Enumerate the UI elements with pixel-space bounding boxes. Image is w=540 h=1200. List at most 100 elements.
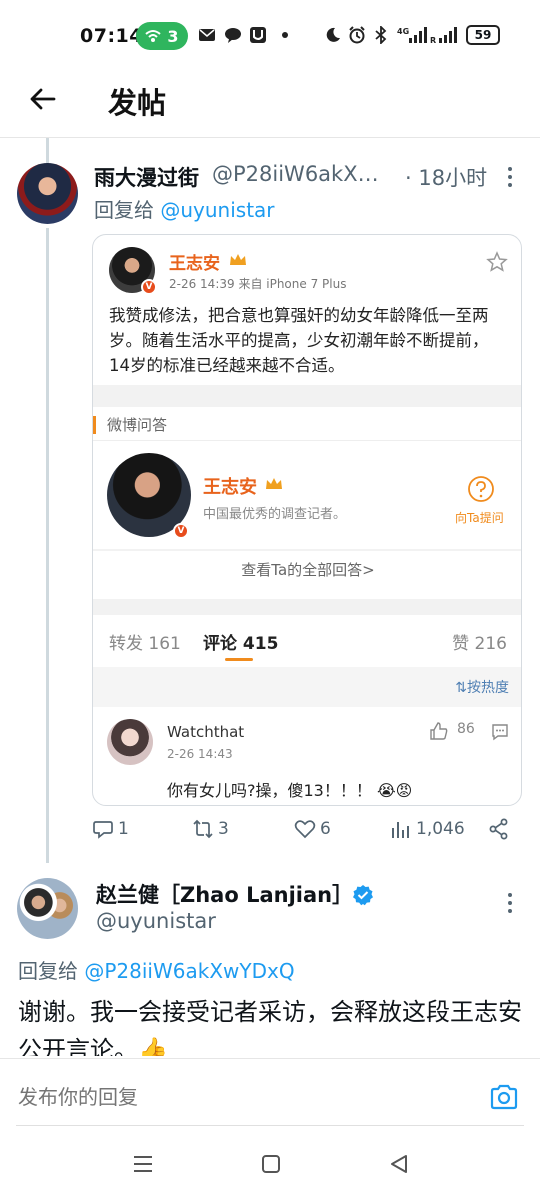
divider-thin bbox=[93, 549, 521, 551]
post2-handle[interactable]: @uyunistar bbox=[96, 909, 216, 933]
qa-section-title: 微博问答 bbox=[107, 416, 168, 434]
comment-time: 2-26 14:43 bbox=[167, 747, 233, 761]
weibo-post-meta: 2-26 14:39 来自 iPhone 7 Plus bbox=[169, 277, 347, 291]
thumbs-up-icon bbox=[430, 722, 448, 740]
repost-button[interactable]: 3 bbox=[192, 818, 229, 840]
reply-input[interactable] bbox=[18, 1085, 458, 1109]
weibo-tabs: 转发 161 评论 415 赞 216 bbox=[93, 615, 521, 665]
status-time: 07:14 bbox=[80, 25, 143, 47]
reply-count: 1 bbox=[118, 819, 129, 839]
qa-crown-icon bbox=[266, 478, 282, 489]
post2-avatar[interactable] bbox=[17, 878, 78, 939]
post1-actions: 1 3 6 1,046 bbox=[92, 818, 522, 848]
post2-display-name[interactable]: 赵兰健［Zhao Lanjian］ bbox=[96, 879, 353, 909]
verified-badge-icon bbox=[353, 885, 373, 906]
star-icon bbox=[486, 251, 508, 272]
reply-button[interactable]: 1 bbox=[92, 818, 129, 840]
like-count: 6 bbox=[320, 819, 331, 839]
qa-section-header: 微博问答 bbox=[93, 407, 521, 441]
comment-avatar bbox=[107, 719, 153, 765]
home-icon[interactable] bbox=[259, 1152, 283, 1176]
reply-mention-link[interactable]: @P28iiW6akXwYDxQ bbox=[84, 959, 294, 983]
reply-composer bbox=[0, 1058, 540, 1128]
post2-text: 谢谢。我一会接受记者采访，会释放这段王志安公开言论。👍 bbox=[18, 998, 522, 1056]
alarm-icon bbox=[349, 26, 365, 44]
post2-more-icon[interactable] bbox=[506, 892, 514, 914]
u-app-icon bbox=[250, 27, 266, 43]
post1-reply-context: 回复给 @uyunistar bbox=[94, 194, 275, 223]
app-header: 发帖 bbox=[0, 72, 540, 138]
divider-band bbox=[93, 385, 521, 407]
battery-level: 59 bbox=[474, 28, 492, 42]
signal-4g-icon: 4G bbox=[397, 27, 427, 43]
composer-divider bbox=[16, 1125, 524, 1126]
sort-by-hot: ⇅按热度 bbox=[455, 677, 509, 697]
comment-text-body: 你有女儿吗?操，傻13！！！ bbox=[167, 781, 372, 800]
reply-mention-link[interactable]: @uyunistar bbox=[160, 198, 274, 222]
emoji-icon: 😭😡 bbox=[376, 781, 413, 800]
heart-icon bbox=[294, 820, 316, 839]
post2-reply-context: 回复给 @P28iiW6akXwYDxQ bbox=[18, 955, 295, 984]
battery-icon: 59 bbox=[466, 25, 500, 45]
views-button[interactable]: 1,046 bbox=[390, 818, 465, 840]
share-button[interactable] bbox=[488, 818, 510, 840]
sort-icon: ⇅ bbox=[455, 680, 467, 696]
sort-label: 按热度 bbox=[467, 680, 509, 696]
repost-icon bbox=[193, 819, 213, 839]
qa-verified-badge: V bbox=[173, 523, 189, 539]
comment-username: Watchthat bbox=[167, 723, 245, 741]
reply-prefix: 回复给 bbox=[18, 959, 85, 983]
crown-icon bbox=[230, 254, 246, 265]
like-button[interactable]: 6 bbox=[294, 818, 331, 840]
views-chart-icon bbox=[392, 822, 409, 838]
svg-text:R: R bbox=[430, 36, 436, 44]
reply-icon bbox=[93, 821, 113, 839]
hotspot-count: 3 bbox=[167, 26, 179, 46]
moon-icon bbox=[326, 27, 340, 42]
camera-icon[interactable] bbox=[489, 1083, 519, 1111]
hotspot-pill[interactable]: 3 bbox=[136, 22, 188, 50]
post1-display-name[interactable]: 雨大漫过街 bbox=[94, 162, 199, 192]
repost-count: 3 bbox=[218, 819, 229, 839]
post1-timestamp: · 18小时 bbox=[405, 166, 488, 190]
wifi-hotspot-icon bbox=[145, 30, 162, 42]
share-icon bbox=[489, 818, 508, 840]
attached-image[interactable]: V 王志安 2-26 14:39 来自 iPhone 7 Plus 我赞成修法，… bbox=[92, 234, 522, 806]
svg-text:4G: 4G bbox=[397, 27, 409, 36]
weibo-author-name: 王志安 bbox=[169, 254, 220, 274]
qa-name: 王志安 bbox=[203, 477, 257, 498]
reply-prefix: 回复给 bbox=[94, 198, 161, 222]
dot-icon bbox=[282, 32, 288, 38]
sort-row: ⇅按热度 bbox=[93, 667, 521, 707]
status-bar: 07:14 3 4G R 59 bbox=[0, 0, 540, 72]
thread-connector bbox=[46, 228, 49, 863]
view-all-answers: 查看Ta的全部回答> bbox=[241, 561, 375, 579]
comment-like-count: 86 bbox=[457, 721, 475, 737]
weibo-post-text: 我赞成修法，把合意也算强奸的幼女年龄降低一至两岁。随着生活水平的提高，少女初潮年… bbox=[109, 306, 489, 375]
back-icon[interactable] bbox=[387, 1152, 411, 1176]
post1-handle[interactable]: @P28iiW6akXwYDxQ bbox=[212, 162, 392, 186]
menu-icon[interactable] bbox=[131, 1152, 155, 1176]
ask-label: 向Ta提问 bbox=[455, 511, 504, 525]
weibo-verified-badge: V bbox=[141, 279, 157, 295]
system-nav-bar bbox=[0, 1130, 540, 1200]
comment-text: 你有女儿吗?操，傻13！！！ 😭😡 bbox=[167, 777, 412, 801]
tab-active-indicator bbox=[225, 658, 253, 661]
qa-accent-bar bbox=[93, 416, 96, 434]
tab-like: 赞 216 bbox=[452, 634, 507, 654]
signal-r-icon: R bbox=[430, 27, 457, 44]
tab-comment: 评论 415 bbox=[203, 634, 279, 654]
post1-avatar[interactable] bbox=[17, 163, 78, 224]
bluetooth-icon bbox=[375, 26, 387, 44]
tab-repost: 转发 161 bbox=[109, 634, 181, 654]
qa-description: 中国最优秀的调查记者。 bbox=[203, 507, 347, 522]
views-count: 1,046 bbox=[416, 819, 465, 839]
comment-reply-icon bbox=[492, 724, 508, 741]
chat-icon bbox=[225, 28, 241, 43]
page-title: 发帖 bbox=[108, 86, 167, 120]
back-arrow-icon[interactable] bbox=[28, 84, 58, 114]
divider-band-2 bbox=[93, 599, 521, 615]
post1-more-icon[interactable] bbox=[506, 166, 514, 188]
question-icon bbox=[468, 476, 494, 502]
mail-icon bbox=[199, 29, 215, 41]
